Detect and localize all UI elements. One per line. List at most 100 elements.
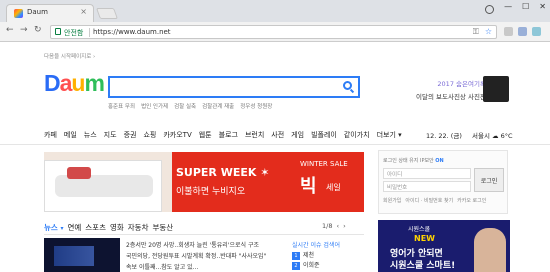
- daum-logo[interactable]: Daum: [44, 70, 105, 97]
- forward-icon[interactable]: →: [20, 25, 28, 35]
- lock-icon: [55, 28, 61, 35]
- headline-item[interactable]: 2층서만 20명 사망..회생자 늘린 '통유리'으로식 구조: [126, 240, 266, 251]
- tab-sports[interactable]: 스포츠: [85, 222, 106, 233]
- sale-banner[interactable]: SUPER WEEK ✶ 이불하면 누비지오 WINTER SALE 빅 세일: [44, 152, 364, 212]
- suggestion-link[interactable]: 검찰관계 재출: [202, 102, 234, 110]
- banner-subline: 이불하면 누비지오: [176, 187, 246, 197]
- bed-image: [44, 160, 162, 212]
- login-button[interactable]: 로그인: [474, 168, 504, 192]
- password-field[interactable]: 비밀번호: [383, 181, 471, 192]
- weather-temp: 6°C: [500, 132, 513, 140]
- headline-item[interactable]: 국민의당, 전당원투표 시발계획 확정..반대파 "사사오입": [126, 251, 266, 262]
- bookmark-star-icon[interactable]: ☆: [485, 27, 492, 37]
- address-actions: ⚿ ☆: [473, 27, 492, 37]
- back-icon[interactable]: ←: [6, 25, 14, 35]
- extension-icon[interactable]: [504, 27, 513, 36]
- cloud-icon: ☁: [492, 132, 499, 140]
- nav-shopping[interactable]: 쇼핑: [143, 130, 156, 140]
- daum-favicon-icon: [14, 9, 23, 18]
- headline-item[interactable]: 속보 이틀째...참도 알고 있...: [126, 262, 266, 272]
- nav-brunch[interactable]: 브런치: [245, 130, 264, 140]
- login-box: 로그인 상태 유지 IP보안 ON 아이디 비밀번호 로그인 회원가입 아이디 …: [378, 150, 508, 214]
- login-links: 회원가입 아이디 · 비밀번호 찾기 카카오 로그인: [383, 197, 486, 204]
- ip-security-toggle[interactable]: ON: [435, 158, 443, 164]
- nav-webtoon[interactable]: 웹툰: [199, 130, 212, 140]
- news-divider: [44, 234, 364, 235]
- screenshot-extension-icon[interactable]: [532, 27, 541, 36]
- id-field[interactable]: 아이디: [383, 168, 471, 179]
- headline-list: 2층서만 20명 사망..회생자 늘린 '통유리'으로식 구조 국민의당, 전당…: [126, 240, 266, 272]
- address-bar[interactable]: 안전함 https://www.daum.net ⚿ ☆: [50, 25, 497, 39]
- side-ad[interactable]: 시원스쿨 NEW 영어가 안되면 시원스쿨 스마트!: [378, 220, 510, 272]
- suggestion-link[interactable]: 정우성 청원장: [240, 102, 272, 110]
- reload-icon[interactable]: ↻: [34, 25, 42, 35]
- suggestion-link[interactable]: 홍준표 무죄: [108, 102, 135, 110]
- browser-tab[interactable]: Daum ×: [6, 4, 94, 22]
- realtime-item[interactable]: 2 이희준: [292, 261, 320, 271]
- nav-game[interactable]: 게임: [291, 130, 304, 140]
- realtime-item[interactable]: 1 제천: [292, 251, 320, 261]
- secure-label: 안전함: [64, 29, 84, 37]
- nav-news[interactable]: 뉴스: [84, 130, 97, 140]
- search-suggestions: 홍준표 무죄 법인 인가제 검찰 실축 검찰관계 재출 정우성 청원장: [108, 102, 272, 110]
- ad-brand: 시원스쿨: [408, 226, 431, 233]
- news-pager: 1/8 ‹ ›: [322, 222, 346, 230]
- nav-billplay[interactable]: 빌폴레이: [311, 130, 337, 140]
- kakao-login-link[interactable]: 카카오 로그인: [457, 197, 486, 204]
- prev-page-icon[interactable]: ‹: [336, 222, 339, 230]
- tab-realestate[interactable]: 부동산: [152, 222, 173, 233]
- suggestion-link[interactable]: 검찰 실축: [174, 102, 196, 110]
- url-text[interactable]: https://www.daum.net: [93, 28, 171, 36]
- news-thumbnail[interactable]: [44, 238, 120, 272]
- tab-entertainment[interactable]: 연예: [67, 222, 81, 233]
- big-sale-char: 빅: [300, 176, 317, 197]
- date-label: 12. 22. (금): [426, 132, 462, 140]
- window-controls: — ☐ ✕: [485, 2, 546, 14]
- find-account-link[interactable]: 아이디 · 비밀번호 찾기: [405, 197, 453, 204]
- rank-badge: 1: [292, 252, 300, 260]
- banner-headline: SUPER WEEK ✶: [176, 166, 270, 179]
- photo-promo[interactable]: 2017 숨은여기록 이달의 보도사진상 사진전: [416, 78, 486, 101]
- suggestion-link[interactable]: 법인 인가제: [141, 102, 168, 110]
- promo-subtitle: 이달의 보도사진상 사진전: [416, 93, 486, 101]
- login-options[interactable]: 로그인 상태 유지 IP보안 ON: [383, 157, 444, 164]
- winter-sale-label: WINTER SALE: [300, 160, 348, 168]
- close-tab-icon[interactable]: ×: [80, 7, 87, 16]
- nav-more[interactable]: 더보기 ▾: [377, 130, 402, 140]
- signup-link[interactable]: 회원가입: [383, 197, 401, 204]
- nav-kakaotv[interactable]: 카카오TV: [163, 130, 191, 140]
- new-tab-button[interactable]: [95, 8, 119, 19]
- nav-stock[interactable]: 증권: [124, 130, 137, 140]
- rank-badge: 2: [292, 262, 300, 270]
- weather[interactable]: 서울시 ☁ 6°C: [472, 130, 513, 140]
- nav-mail[interactable]: 메일: [64, 130, 77, 140]
- profile-icon[interactable]: [485, 5, 495, 14]
- nav-together[interactable]: 같이가치: [344, 130, 370, 140]
- close-window-icon[interactable]: ✕: [539, 2, 546, 14]
- search-box: [108, 76, 360, 98]
- minimize-icon[interactable]: —: [504, 2, 512, 14]
- tab-movie[interactable]: 영화: [110, 222, 124, 233]
- set-startpage-link[interactable]: 다음을 시작페이지로 ›: [44, 52, 95, 60]
- page-indicator: 1/8: [322, 222, 333, 230]
- maximize-icon[interactable]: ☐: [522, 2, 529, 14]
- promo-image[interactable]: [483, 76, 509, 102]
- translate-extension-icon[interactable]: [518, 27, 527, 36]
- tab-news[interactable]: 뉴스 ▾: [44, 222, 63, 233]
- tab-car[interactable]: 자동차: [128, 222, 149, 233]
- realtime-list: 1 제천 2 이희준: [292, 251, 320, 271]
- ad-person-image: [474, 228, 506, 272]
- ad-new-label: NEW: [414, 234, 435, 243]
- nav-blog[interactable]: 블로그: [219, 130, 238, 140]
- promo-title: 2017 숨은여기록: [437, 80, 486, 88]
- service-nav: 카페 메일 뉴스 지도 증권 쇼핑 카카오TV 웹툰 블로그 브런치 사전 게임…: [44, 130, 409, 140]
- nav-cafe[interactable]: 카페: [44, 130, 57, 140]
- search-input[interactable]: [114, 78, 334, 96]
- nav-map[interactable]: 지도: [104, 130, 117, 140]
- key-icon[interactable]: ⚿: [473, 27, 479, 37]
- next-page-icon[interactable]: ›: [343, 222, 346, 230]
- news-tabs: 뉴스 ▾ 연예 스포츠 영화 자동차 부동산: [44, 222, 173, 233]
- search-icon[interactable]: [343, 81, 352, 90]
- nav-dictionary[interactable]: 사전: [271, 130, 284, 140]
- nav-divider: [0, 144, 550, 145]
